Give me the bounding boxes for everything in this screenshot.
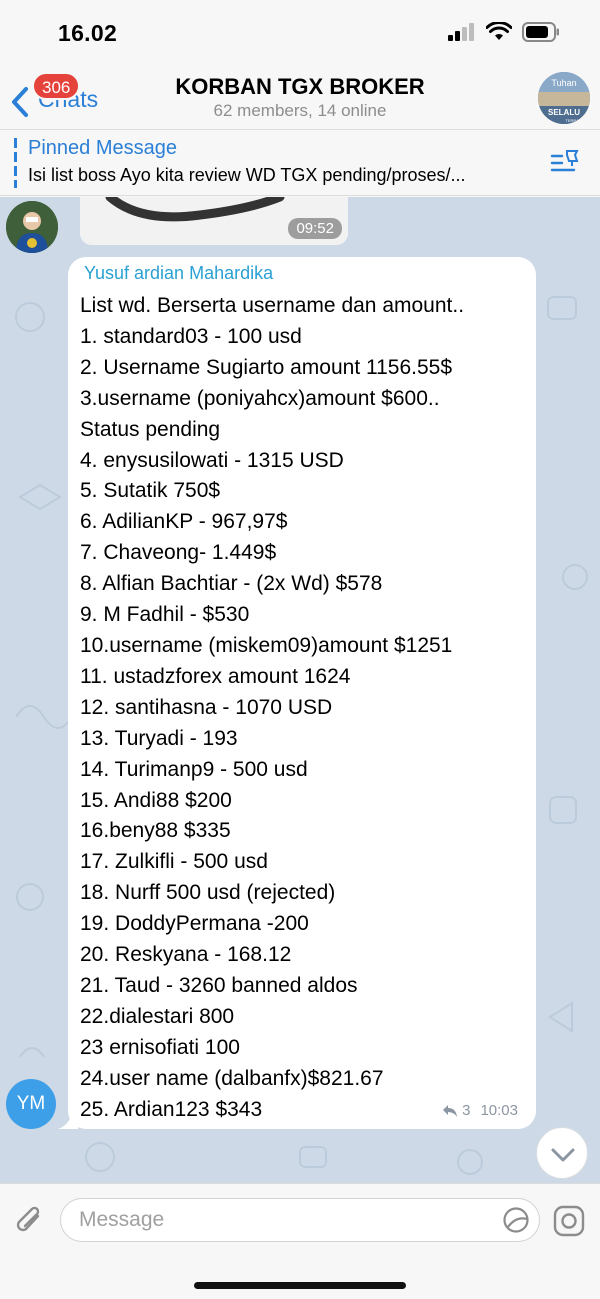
message-line: 13. Turyadi - 193 xyxy=(80,726,238,750)
chevron-down-icon xyxy=(551,1148,575,1162)
pinned-message[interactable]: Pinned Message Isi list boss Ayo kita re… xyxy=(0,130,600,196)
message-line: 11. ustadzforex amount 1624 xyxy=(80,664,351,688)
message-line: 17. Zulkifli - 500 usd xyxy=(80,850,268,874)
pinned-indicator xyxy=(14,138,17,188)
message-line: 2. Username Sugiarto amount 1156.55$ xyxy=(80,355,453,379)
message-text: List wd. Berserta username dan amount.. … xyxy=(80,291,530,1125)
battery-icon xyxy=(522,22,559,42)
home-indicator xyxy=(194,1282,406,1289)
message-line: 6. AdilianKP - 967,97$ xyxy=(80,510,288,534)
image-message-time: 09:52 xyxy=(288,218,342,239)
image-message[interactable]: 09:52 xyxy=(80,197,348,245)
bubble-tail xyxy=(58,1109,78,1129)
group-avatar[interactable]: Tuhan SELALU TERBAIK xyxy=(538,72,590,124)
message-line: 10.username (miskem09)amount $1251 xyxy=(80,633,453,657)
group-title[interactable]: KORBAN TGX BROKER xyxy=(150,74,450,100)
message-line: List wd. Berserta username dan amount.. xyxy=(80,294,465,317)
message-line: 14. Turimanp9 - 500 usd xyxy=(80,757,308,781)
message-line: 8. Alfian Bachtiar - (2x Wd) $578 xyxy=(80,572,383,596)
message-input[interactable] xyxy=(60,1198,540,1242)
reply-icon[interactable] xyxy=(442,1104,458,1118)
group-avatar-image: Tuhan SELALU TERBAIK xyxy=(538,72,590,124)
message-line: Status pending xyxy=(80,417,221,441)
message-sender-name[interactable]: Yusuf ardian Mahardika xyxy=(84,263,273,284)
pinned-text: Isi list boss Ayo kita review WD TGX pen… xyxy=(28,165,466,185)
status-time: 16.02 xyxy=(58,20,118,46)
message-line: 23 ernisofiati 100 xyxy=(80,1035,240,1059)
back-button[interactable]: Chats 306 xyxy=(10,72,120,120)
message-line: 5. Sutatik 750$ xyxy=(80,479,221,503)
avatar-text-2: SELALU xyxy=(548,108,580,117)
message-line: 20. Reskyana - 168.12 xyxy=(80,943,292,967)
message-line: 4. enysusilowati - 1315 USD xyxy=(80,448,344,472)
message-time: 10:03 xyxy=(480,1102,518,1119)
avatar-text-1: Tuhan xyxy=(551,78,576,88)
message-input-bar xyxy=(0,1183,600,1299)
scroll-down-button[interactable] xyxy=(536,1127,588,1179)
status-icons xyxy=(448,22,560,42)
unread-badge: 306 xyxy=(32,72,81,100)
status-bar: 16.02 xyxy=(0,0,600,66)
sender-avatar-previous[interactable] xyxy=(6,201,58,253)
message-line: 7. Chaveong- 1.449$ xyxy=(80,541,277,565)
chevron-left-icon xyxy=(12,87,28,117)
paperclip-icon[interactable] xyxy=(14,1204,46,1238)
message-line: 15. Andi88 $200 xyxy=(80,788,232,812)
pinned-title: Pinned Message xyxy=(28,137,177,159)
message-line: 1. standard03 - 100 usd xyxy=(80,324,302,348)
message-line: 18. Nurff 500 usd (rejected) xyxy=(80,881,336,905)
sticker-icon[interactable] xyxy=(502,1206,530,1234)
message-line: 21. Taud - 3260 banned aldos xyxy=(80,973,358,997)
message-line: 24.user name (dalbanfx)$821.67 xyxy=(80,1066,384,1090)
group-members-status: 62 members, 14 online xyxy=(213,101,387,120)
sender-avatar[interactable]: YM xyxy=(6,1079,56,1129)
pinned-list-icon[interactable] xyxy=(550,148,580,178)
message-line: 19. DoddyPermana -200 xyxy=(80,912,309,936)
message-meta: 3 10:03 xyxy=(442,1102,518,1119)
message-line: 12. santihasna - 1070 USD xyxy=(80,695,333,719)
reply-count[interactable]: 3 xyxy=(462,1102,470,1119)
message-line: 16.beny88 $335 xyxy=(80,819,231,843)
chat-area[interactable]: 09:52 Yusuf ardian Mahardika List wd. Be… xyxy=(0,197,600,1183)
person-avatar-image xyxy=(6,201,58,253)
avatar-text-3: TERBAIK xyxy=(565,118,582,123)
message-line: 9. M Fadhil - $530 xyxy=(80,603,250,627)
message-line: 3.username (poniyahcx)amount $600.. xyxy=(80,386,440,410)
camera-icon[interactable] xyxy=(552,1204,586,1238)
message-bubble[interactable]: Yusuf ardian Mahardika List wd. Berserta… xyxy=(58,257,536,1129)
wifi-icon xyxy=(486,22,512,40)
message-line: 22.dialestari 800 xyxy=(80,1004,235,1028)
signal-icon xyxy=(448,23,474,41)
chat-header: Chats 306 KORBAN TGX BROKER 62 members, … xyxy=(0,66,600,130)
